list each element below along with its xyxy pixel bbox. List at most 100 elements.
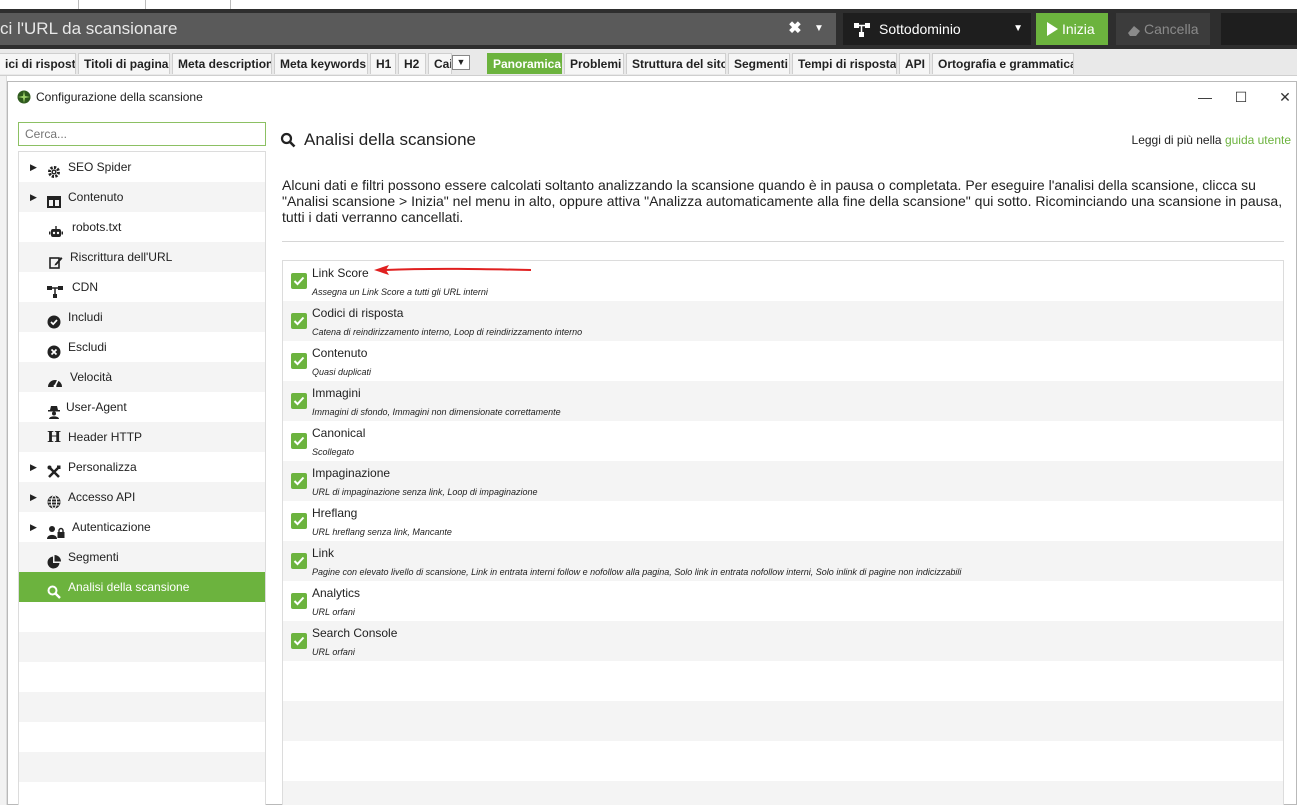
sidebar-item-label: Header HTTP [68,430,143,444]
clear-button-label: Cancella [1144,21,1199,37]
option-row-analytics: Analytics URL orfani [283,581,1283,621]
sidebar-item-personalizza[interactable]: ▶ Personalizza [19,452,265,482]
search-icon [47,580,61,599]
option-description: Assegna un Link Score a tutti gli URL in… [312,287,488,297]
sidebar-item-label: Personalizza [68,460,137,474]
check-circle-icon [47,310,61,329]
sidebar-item-seo-spider[interactable]: ▶ SEO Spider [19,152,265,182]
app-logo-icon [17,90,31,104]
checkbox[interactable] [291,473,307,489]
toolbar-extra-button[interactable] [1221,13,1297,45]
analysis-options-list: Link Score Assegna un Link Score a tutti… [282,260,1284,805]
sidebar-item-label: Contenuto [68,190,124,204]
url-input[interactable]: ci l'URL da scansionare [0,13,836,45]
tab-problemi[interactable]: Problemi [564,53,624,74]
tab-codici-di-risposta[interactable]: ici di risposta [0,53,76,74]
sidebar-item-contenuto[interactable]: ▶ Contenuto [19,182,265,212]
list-empty-row [283,781,1283,805]
user-guide-link[interactable]: guida utente [1225,133,1291,147]
checkbox[interactable] [291,553,307,569]
tab-segmenti[interactable]: Segmenti [728,53,790,74]
sidebar-item-robots-txt[interactable]: robots.txt [19,212,265,242]
tab-h1[interactable]: H1 [370,53,396,74]
sidebar-item-label: Velocità [70,370,113,384]
tab-tempi-di-risposta[interactable]: Tempi di risposta [792,53,897,74]
sidebar-item-cdn[interactable]: CDN [19,272,265,302]
checkbox[interactable] [291,633,307,649]
url-history-dropdown-icon[interactable]: ▼ [810,13,828,45]
checkbox[interactable] [291,433,307,449]
tab-api[interactable]: API [899,53,930,74]
sidebar-item-label: Segmenti [68,550,119,564]
url-placeholder: ci l'URL da scansionare [0,19,178,38]
tab-h2[interactable]: H2 [398,53,426,74]
sidebar-item-user-agent[interactable]: User-Agent [19,392,265,422]
expand-arrow-icon[interactable]: ▶ [30,182,37,212]
sidebar-item-label: Riscrittura dell'URL [70,250,173,264]
option-name: Impaginazione [312,466,391,480]
url-toolbar: ci l'URL da scansionare ✖ ▼ Sottodominio… [0,9,1297,49]
chevron-down-icon: ▼ [1013,23,1023,34]
sidebar-empty-row [19,722,265,752]
sidebar-item-label: Accesso API [68,490,136,504]
sidebar-item-header-http[interactable]: H Header HTTP [19,422,265,452]
checkbox[interactable] [291,273,307,289]
globe-icon [47,490,61,509]
tab-truncated[interactable]: Cai [428,53,452,74]
option-description: URL orfani [312,647,355,657]
checkbox[interactable] [291,593,307,609]
checkbox[interactable] [291,393,307,409]
option-name: Link Score [312,266,369,280]
read-more: Leggi di più nella guida utente [1132,133,1291,147]
x-circle-icon [47,340,61,359]
sidebar-item-label: Analisi della scansione [68,580,190,594]
sidebar-empty-row [19,692,265,722]
checkbox[interactable] [291,353,307,369]
sidebar-item-analisi-della-scansione[interactable]: Analisi della scansione [19,572,265,602]
checkbox[interactable] [291,313,307,329]
option-row-immagini: Immagini Immagini di sfondo, Immagini no… [283,381,1283,421]
option-name: Search Console [312,626,398,640]
option-name: Contenuto [312,346,368,360]
top-strip [0,0,1297,9]
expand-arrow-icon[interactable]: ▶ [30,482,37,512]
tab-meta-keywords[interactable]: Meta keywords [274,53,368,74]
expand-arrow-icon[interactable]: ▶ [30,512,37,542]
tab-panoramica[interactable]: Panoramica [487,53,562,74]
divider [282,241,1284,242]
tab-titoli-di-pagina[interactable]: Titoli di pagina [78,53,170,74]
gear-icon [47,160,61,178]
sidebar-item-velocita[interactable]: Velocità [19,362,265,392]
maximize-button[interactable]: ☐ [1226,86,1256,108]
description-text: Alcuni dati e filtri possono essere calc… [282,177,1283,225]
clear-url-icon[interactable]: ✖ [786,13,804,45]
tab-ortografia-e-grammatica[interactable]: Ortografia e grammatica [932,53,1074,74]
sidebar-item-label: Includi [68,310,103,324]
tab-struttura-del-sito[interactable]: Struttura del sito [626,53,726,74]
settings-search-input[interactable] [18,122,266,146]
checkbox[interactable] [291,513,307,529]
expand-arrow-icon[interactable]: ▶ [30,452,37,482]
start-button[interactable]: Inizia [1036,13,1108,45]
sidebar-item-segmenti[interactable]: Segmenti [19,542,265,572]
crawl-mode-select[interactable]: Sottodominio ▼ [843,13,1031,45]
minimize-button[interactable]: — [1190,86,1220,108]
option-description: URL hreflang senza link, Mancante [312,527,452,537]
sidebar-item-escludi[interactable]: Escludi [19,332,265,362]
sidebar-item-accesso-api[interactable]: ▶ Accesso API [19,482,265,512]
sidebar-item-label: Escludi [68,340,107,354]
clear-button[interactable]: Cancella [1116,13,1210,45]
option-row-canonical: Canonical Scollegato [283,421,1283,461]
user-lock-icon [47,520,65,539]
sidebar-item-autenticazione[interactable]: ▶ Autenticazione [19,512,265,542]
sidebar-item-riscrittura-url[interactable]: Riscrittura dell'URL [19,242,265,272]
close-button[interactable]: ✕ [1270,86,1297,108]
expand-arrow-icon[interactable]: ▶ [30,152,37,182]
option-description: Pagine con elevato livello di scansione,… [312,567,962,577]
columns-icon [47,190,61,208]
tab-meta-description[interactable]: Meta description [172,53,272,74]
sidebar-item-includi[interactable]: Includi [19,302,265,332]
results-tabs: ici di risposta Titoli di pagina Meta de… [0,49,1297,76]
sidebar-empty-row [19,782,265,805]
tabs-overflow-dropdown-icon[interactable]: ▼ [452,55,470,70]
